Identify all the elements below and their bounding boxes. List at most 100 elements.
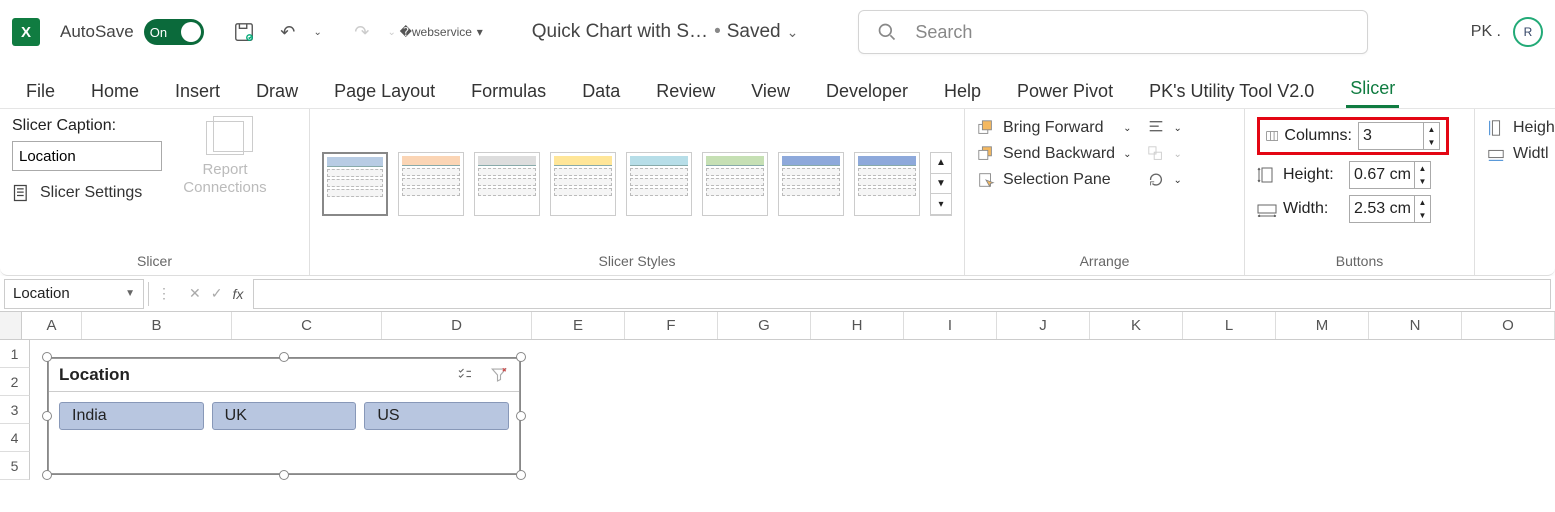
tab-power-pivot[interactable]: Power Pivot <box>1013 75 1117 108</box>
col-head-d[interactable]: D <box>382 312 532 339</box>
col-head-j[interactable]: J <box>997 312 1090 339</box>
name-box[interactable]: Location ▼ <box>4 279 144 309</box>
resize-handle-tr[interactable] <box>516 352 526 362</box>
styles-gallery-more[interactable]: ▲▼▾ <box>930 152 952 216</box>
slicer-settings-icon <box>12 183 32 203</box>
qat-customize-icon[interactable]: �webservice <box>422 18 450 46</box>
resize-handle-tl[interactable] <box>42 352 52 362</box>
select-all-corner[interactable] <box>0 312 22 339</box>
slicer-object[interactable]: Location India UK US <box>48 358 520 474</box>
search-box[interactable]: Search <box>858 10 1368 54</box>
resize-handle-b[interactable] <box>279 470 289 480</box>
tab-file[interactable]: File <box>22 75 59 108</box>
resize-handle-br[interactable] <box>516 470 526 480</box>
group-label-arrange: Arrange <box>977 251 1232 271</box>
col-head-c[interactable]: C <box>232 312 382 339</box>
col-head-b[interactable]: B <box>82 312 232 339</box>
columns-down-icon[interactable]: ▼ <box>1423 136 1439 149</box>
align-button[interactable]: ⌄ <box>1147 119 1181 137</box>
autosave-label: AutoSave <box>60 22 134 42</box>
slicer-style-7[interactable] <box>778 152 844 216</box>
col-head-g[interactable]: G <box>718 312 811 339</box>
gallery-expand-icon[interactable]: ▾ <box>931 194 951 215</box>
tab-page-layout[interactable]: Page Layout <box>330 75 439 108</box>
send-backward-button[interactable]: Send Backward ⌄ <box>977 145 1131 163</box>
tab-view[interactable]: View <box>747 75 794 108</box>
slicer-style-1[interactable] <box>322 152 388 216</box>
tab-review[interactable]: Review <box>652 75 719 108</box>
col-head-o[interactable]: O <box>1462 312 1555 339</box>
size-width-icon <box>1487 145 1505 163</box>
size-height-button[interactable]: Heigh <box>1487 119 1555 137</box>
columns-up-icon[interactable]: ▲ <box>1423 123 1439 136</box>
rotate-icon <box>1147 171 1165 189</box>
fx-icon[interactable]: fx <box>232 286 243 302</box>
qat-overflow-icon[interactable]: ▾ <box>466 18 494 46</box>
col-head-f[interactable]: F <box>625 312 718 339</box>
slicer-style-4[interactable] <box>550 152 616 216</box>
rotate-button[interactable]: ⌄ <box>1147 171 1181 189</box>
row-head-4[interactable]: 4 <box>0 424 30 452</box>
tab-formulas[interactable]: Formulas <box>467 75 550 108</box>
gallery-up-icon[interactable]: ▲ <box>931 153 951 174</box>
tab-pk-utility[interactable]: PK's Utility Tool V2.0 <box>1145 75 1318 108</box>
user-account[interactable]: PK . R <box>1471 17 1543 47</box>
undo-dropdown-icon[interactable]: ⌄ <box>304 18 332 46</box>
col-head-n[interactable]: N <box>1369 312 1462 339</box>
group-icon <box>1147 145 1165 163</box>
resize-handle-r[interactable] <box>516 411 526 421</box>
col-head-k[interactable]: K <box>1090 312 1183 339</box>
resize-handle-l[interactable] <box>42 411 52 421</box>
row-head-2[interactable]: 2 <box>0 368 30 396</box>
slicer-caption-input[interactable] <box>12 141 162 171</box>
resize-handle-t[interactable] <box>279 352 289 362</box>
slicer-style-2[interactable] <box>398 152 464 216</box>
row-head-5[interactable]: 5 <box>0 452 30 480</box>
save-icon[interactable] <box>230 18 258 46</box>
row-head-3[interactable]: 3 <box>0 396 30 424</box>
col-head-i[interactable]: I <box>904 312 997 339</box>
tab-data[interactable]: Data <box>578 75 624 108</box>
cancel-formula-icon[interactable]: ✕ <box>189 285 201 302</box>
tab-insert[interactable]: Insert <box>171 75 224 108</box>
enter-formula-icon[interactable]: ✓ <box>211 285 223 302</box>
col-head-m[interactable]: M <box>1276 312 1369 339</box>
document-title[interactable]: Quick Chart with S… • Saved ⌄ <box>532 21 799 43</box>
tab-slicer[interactable]: Slicer <box>1346 72 1399 108</box>
button-height-input[interactable]: 0.67 cm▲▼ <box>1349 161 1431 189</box>
autosave-toggle[interactable]: On <box>144 19 204 45</box>
slicer-style-5[interactable] <box>626 152 692 216</box>
selection-pane-button[interactable]: Selection Pane <box>977 171 1131 189</box>
ribbon-tabs: File Home Insert Draw Page Layout Formul… <box>0 64 1555 108</box>
search-icon <box>877 22 897 42</box>
slicer-selection-border <box>47 357 521 475</box>
formula-input[interactable] <box>254 279 1551 309</box>
tab-home[interactable]: Home <box>87 75 143 108</box>
col-head-l[interactable]: L <box>1183 312 1276 339</box>
redo-icon[interactable]: ↷ <box>348 18 376 46</box>
slicer-style-3[interactable] <box>474 152 540 216</box>
button-width-input[interactable]: 2.53 cm▲▼ <box>1349 195 1431 223</box>
name-box-dropdown-icon[interactable]: ▼ <box>125 288 135 299</box>
tab-developer[interactable]: Developer <box>822 75 912 108</box>
gallery-down-icon[interactable]: ▼ <box>931 174 951 195</box>
slicer-settings-button[interactable]: Slicer Settings <box>12 183 162 203</box>
tab-help[interactable]: Help <box>940 75 985 108</box>
col-head-e[interactable]: E <box>532 312 625 339</box>
slicer-style-8[interactable] <box>854 152 920 216</box>
group-label-styles: Slicer Styles <box>322 251 952 271</box>
col-head-a[interactable]: A <box>22 312 82 339</box>
more-options-icon[interactable]: ⋮ <box>149 285 179 302</box>
slicer-style-6[interactable] <box>702 152 768 216</box>
button-width-label: Width: <box>1283 200 1328 218</box>
resize-handle-bl[interactable] <box>42 470 52 480</box>
bring-forward-button[interactable]: Bring Forward ⌄ <box>977 119 1131 137</box>
row-head-1[interactable]: 1 <box>0 340 30 368</box>
tab-draw[interactable]: Draw <box>252 75 302 108</box>
group-button[interactable]: ⌄ <box>1147 145 1181 163</box>
col-head-h[interactable]: H <box>811 312 904 339</box>
size-width-button[interactable]: Widtl <box>1487 145 1555 163</box>
undo-icon[interactable]: ↶ <box>274 18 302 46</box>
ribbon: Slicer Caption: Slicer Settings Report C… <box>0 108 1555 276</box>
columns-input[interactable]: 3▲▼ <box>1358 122 1440 150</box>
